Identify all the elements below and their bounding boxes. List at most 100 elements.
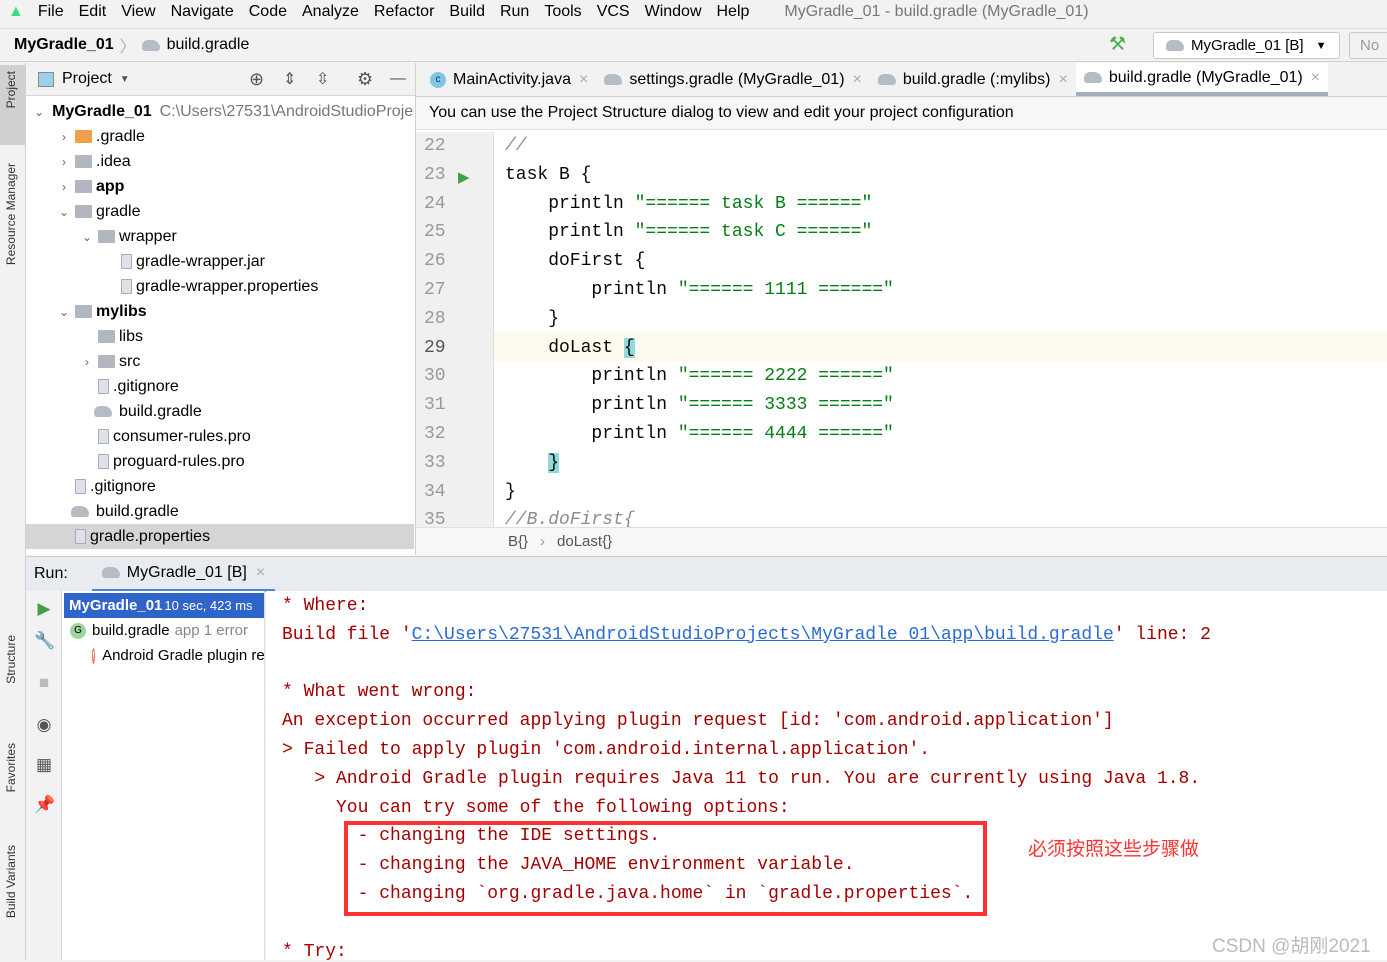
- device-select[interactable]: No: [1349, 32, 1387, 59]
- stripe-resource-manager[interactable]: Resource Manager: [4, 163, 18, 265]
- nav-file[interactable]: build.gradle: [167, 36, 250, 54]
- wrench-icon[interactable]: 🔧: [34, 631, 55, 651]
- tree-item[interactable]: consumer-rules.pro: [26, 424, 414, 449]
- menu-code[interactable]: Code: [249, 3, 287, 20]
- close-icon[interactable]: ×: [1311, 69, 1320, 87]
- console-line: > Failed to apply plugin 'com.android.in…: [282, 740, 931, 760]
- crumb[interactable]: doLast{}: [557, 533, 612, 550]
- tree-item[interactable]: .gitignore: [26, 374, 414, 399]
- editor-tab[interactable]: build.gradle (:mylibs) ×: [870, 63, 1076, 96]
- editor-tab[interactable]: build.gradle (MyGradle_01) ×: [1075, 63, 1329, 96]
- menu-view[interactable]: View: [121, 3, 155, 20]
- tree-item[interactable]: ⌄ MyGradle_01 C:\Users\27531\AndroidStudio…: [26, 99, 414, 124]
- menu-navigate[interactable]: Navigate: [171, 3, 234, 20]
- tree-item[interactable]: build.gradle: [26, 499, 414, 524]
- project-view-select[interactable]: Project: [62, 70, 112, 88]
- file-icon: [98, 379, 109, 394]
- build-tree-error[interactable]: !Android Gradle plugin requires Java 11 …: [64, 643, 264, 668]
- chevron-right-icon[interactable]: ›: [57, 155, 71, 169]
- stripe-favorites[interactable]: Favorites: [4, 743, 18, 792]
- menu-run[interactable]: Run: [500, 3, 529, 20]
- menu-vcs[interactable]: VCS: [597, 3, 630, 20]
- file-icon: [121, 279, 132, 294]
- menu-file[interactable]: File: [38, 3, 64, 20]
- tree-item[interactable]: ⌄ gradle: [26, 199, 414, 224]
- code-token: "====== task B ======": [634, 193, 873, 214]
- tree-item[interactable]: .gitignore: [26, 474, 414, 499]
- tree-item[interactable]: gradle-wrapper.properties: [26, 274, 414, 299]
- stripe-project[interactable]: Project: [4, 71, 18, 108]
- expand-all-icon[interactable]: ⇕: [283, 69, 296, 89]
- run-toolbar: ▶ 🔧 ■ ◉ ▦ 📌: [26, 591, 62, 960]
- tree-item[interactable]: gradle-wrapper.jar: [26, 249, 414, 274]
- close-icon[interactable]: ×: [853, 71, 862, 89]
- menu-analyze[interactable]: Analyze: [302, 3, 359, 20]
- tree-item[interactable]: ⌄ wrapper: [26, 224, 414, 249]
- console-line: * What went wrong:: [282, 682, 477, 703]
- tree-item[interactable]: libs: [26, 324, 414, 349]
- gradle-icon: [604, 74, 623, 85]
- editor-tab[interactable]: settings.gradle (MyGradle_01) ×: [596, 63, 870, 96]
- chevron-down-icon[interactable]: ⌄: [57, 205, 71, 219]
- gear-icon[interactable]: ⚙: [357, 69, 373, 90]
- tree-item[interactable]: › .idea: [26, 149, 414, 174]
- collapse-all-icon[interactable]: ⇳: [316, 69, 329, 89]
- chevron-down-icon[interactable]: ⌄: [34, 105, 44, 119]
- build-hammer-icon[interactable]: ⚒: [1109, 33, 1126, 56]
- menu-build[interactable]: Build: [449, 3, 485, 20]
- chevron-right-icon[interactable]: ›: [57, 130, 71, 144]
- chevron-right-icon[interactable]: ›: [57, 180, 71, 194]
- stop-icon[interactable]: ■: [34, 673, 54, 693]
- menu-help[interactable]: Help: [717, 3, 750, 20]
- tab-label: settings.gradle (MyGradle_01): [629, 70, 845, 88]
- chevron-down-icon[interactable]: ⌄: [80, 230, 94, 244]
- close-icon[interactable]: ×: [1058, 71, 1067, 89]
- locate-icon[interactable]: ⊕: [249, 69, 264, 90]
- tree-item[interactable]: gradle.properties: [26, 524, 414, 549]
- stripe-build-variants[interactable]: Build Variants: [4, 845, 18, 918]
- eye-icon[interactable]: ◉: [34, 715, 54, 735]
- nav-project[interactable]: MyGradle_01: [14, 36, 114, 54]
- tree-item-label: build.gradle: [96, 502, 179, 520]
- build-file-link[interactable]: C:\Users\27531\AndroidStudioProjects\MyG…: [412, 625, 1114, 645]
- module-icon: [75, 180, 92, 193]
- code-line: //: [505, 136, 527, 156]
- menu-tools[interactable]: Tools: [544, 3, 581, 20]
- menu-refactor[interactable]: Refactor: [374, 3, 434, 20]
- menu-window[interactable]: Window: [645, 3, 702, 20]
- project-structure-banner: You can use the Project Structure dialog…: [416, 97, 1387, 130]
- console-line: An exception occurred applying plugin re…: [282, 711, 1114, 732]
- rerun-icon[interactable]: ▶: [34, 599, 54, 619]
- line-number: 33: [424, 452, 446, 473]
- tree-item[interactable]: › src: [26, 349, 414, 374]
- tree-item-label: gradle: [96, 202, 141, 220]
- tree-item[interactable]: ⌄ mylibs: [26, 299, 414, 324]
- run-gutter-icon[interactable]: ▶: [458, 168, 470, 186]
- console-output[interactable]: * Where: Build file 'C:\Users\27531\Andro…: [266, 591, 1387, 962]
- code-line: println "====== 1111 ======": [505, 280, 893, 300]
- run-tab[interactable]: MyGradle_01 [B] ×: [91, 557, 276, 592]
- project-view-icon: [38, 71, 54, 87]
- editor-tab[interactable]: c MainActivity.java ×: [422, 63, 596, 96]
- close-icon[interactable]: ×: [579, 71, 588, 89]
- tree-item[interactable]: › app: [26, 174, 414, 199]
- tree-item[interactable]: › .gradle: [26, 124, 414, 149]
- chevron-down-icon[interactable]: ⌄: [57, 305, 71, 319]
- tree-item[interactable]: proguard-rules.pro: [26, 449, 414, 474]
- tree-item[interactable]: build.gradle: [26, 399, 414, 424]
- tree-item-label: gradle-wrapper.properties: [136, 277, 319, 295]
- pin-icon[interactable]: 📌: [34, 795, 55, 815]
- chevron-right-icon[interactable]: ›: [80, 355, 94, 369]
- layout-icon[interactable]: ▦: [34, 755, 54, 775]
- menu-edit[interactable]: Edit: [79, 3, 107, 20]
- build-tree-item[interactable]: Gbuild.gradle app 1 error: [64, 618, 264, 643]
- build-tree-root[interactable]: MyGradle_01 10 sec, 423 ms: [64, 593, 264, 618]
- run-config-select[interactable]: MyGradle_01 [B] ▼: [1153, 32, 1340, 59]
- code-token: {: [623, 337, 635, 358]
- close-icon[interactable]: ×: [256, 564, 265, 582]
- folder-icon: [75, 155, 92, 168]
- stripe-structure[interactable]: Structure: [4, 635, 18, 684]
- crumb[interactable]: B{}: [508, 533, 528, 550]
- chevron-down-icon[interactable]: ▼: [120, 74, 130, 85]
- hide-icon[interactable]: —: [390, 70, 406, 88]
